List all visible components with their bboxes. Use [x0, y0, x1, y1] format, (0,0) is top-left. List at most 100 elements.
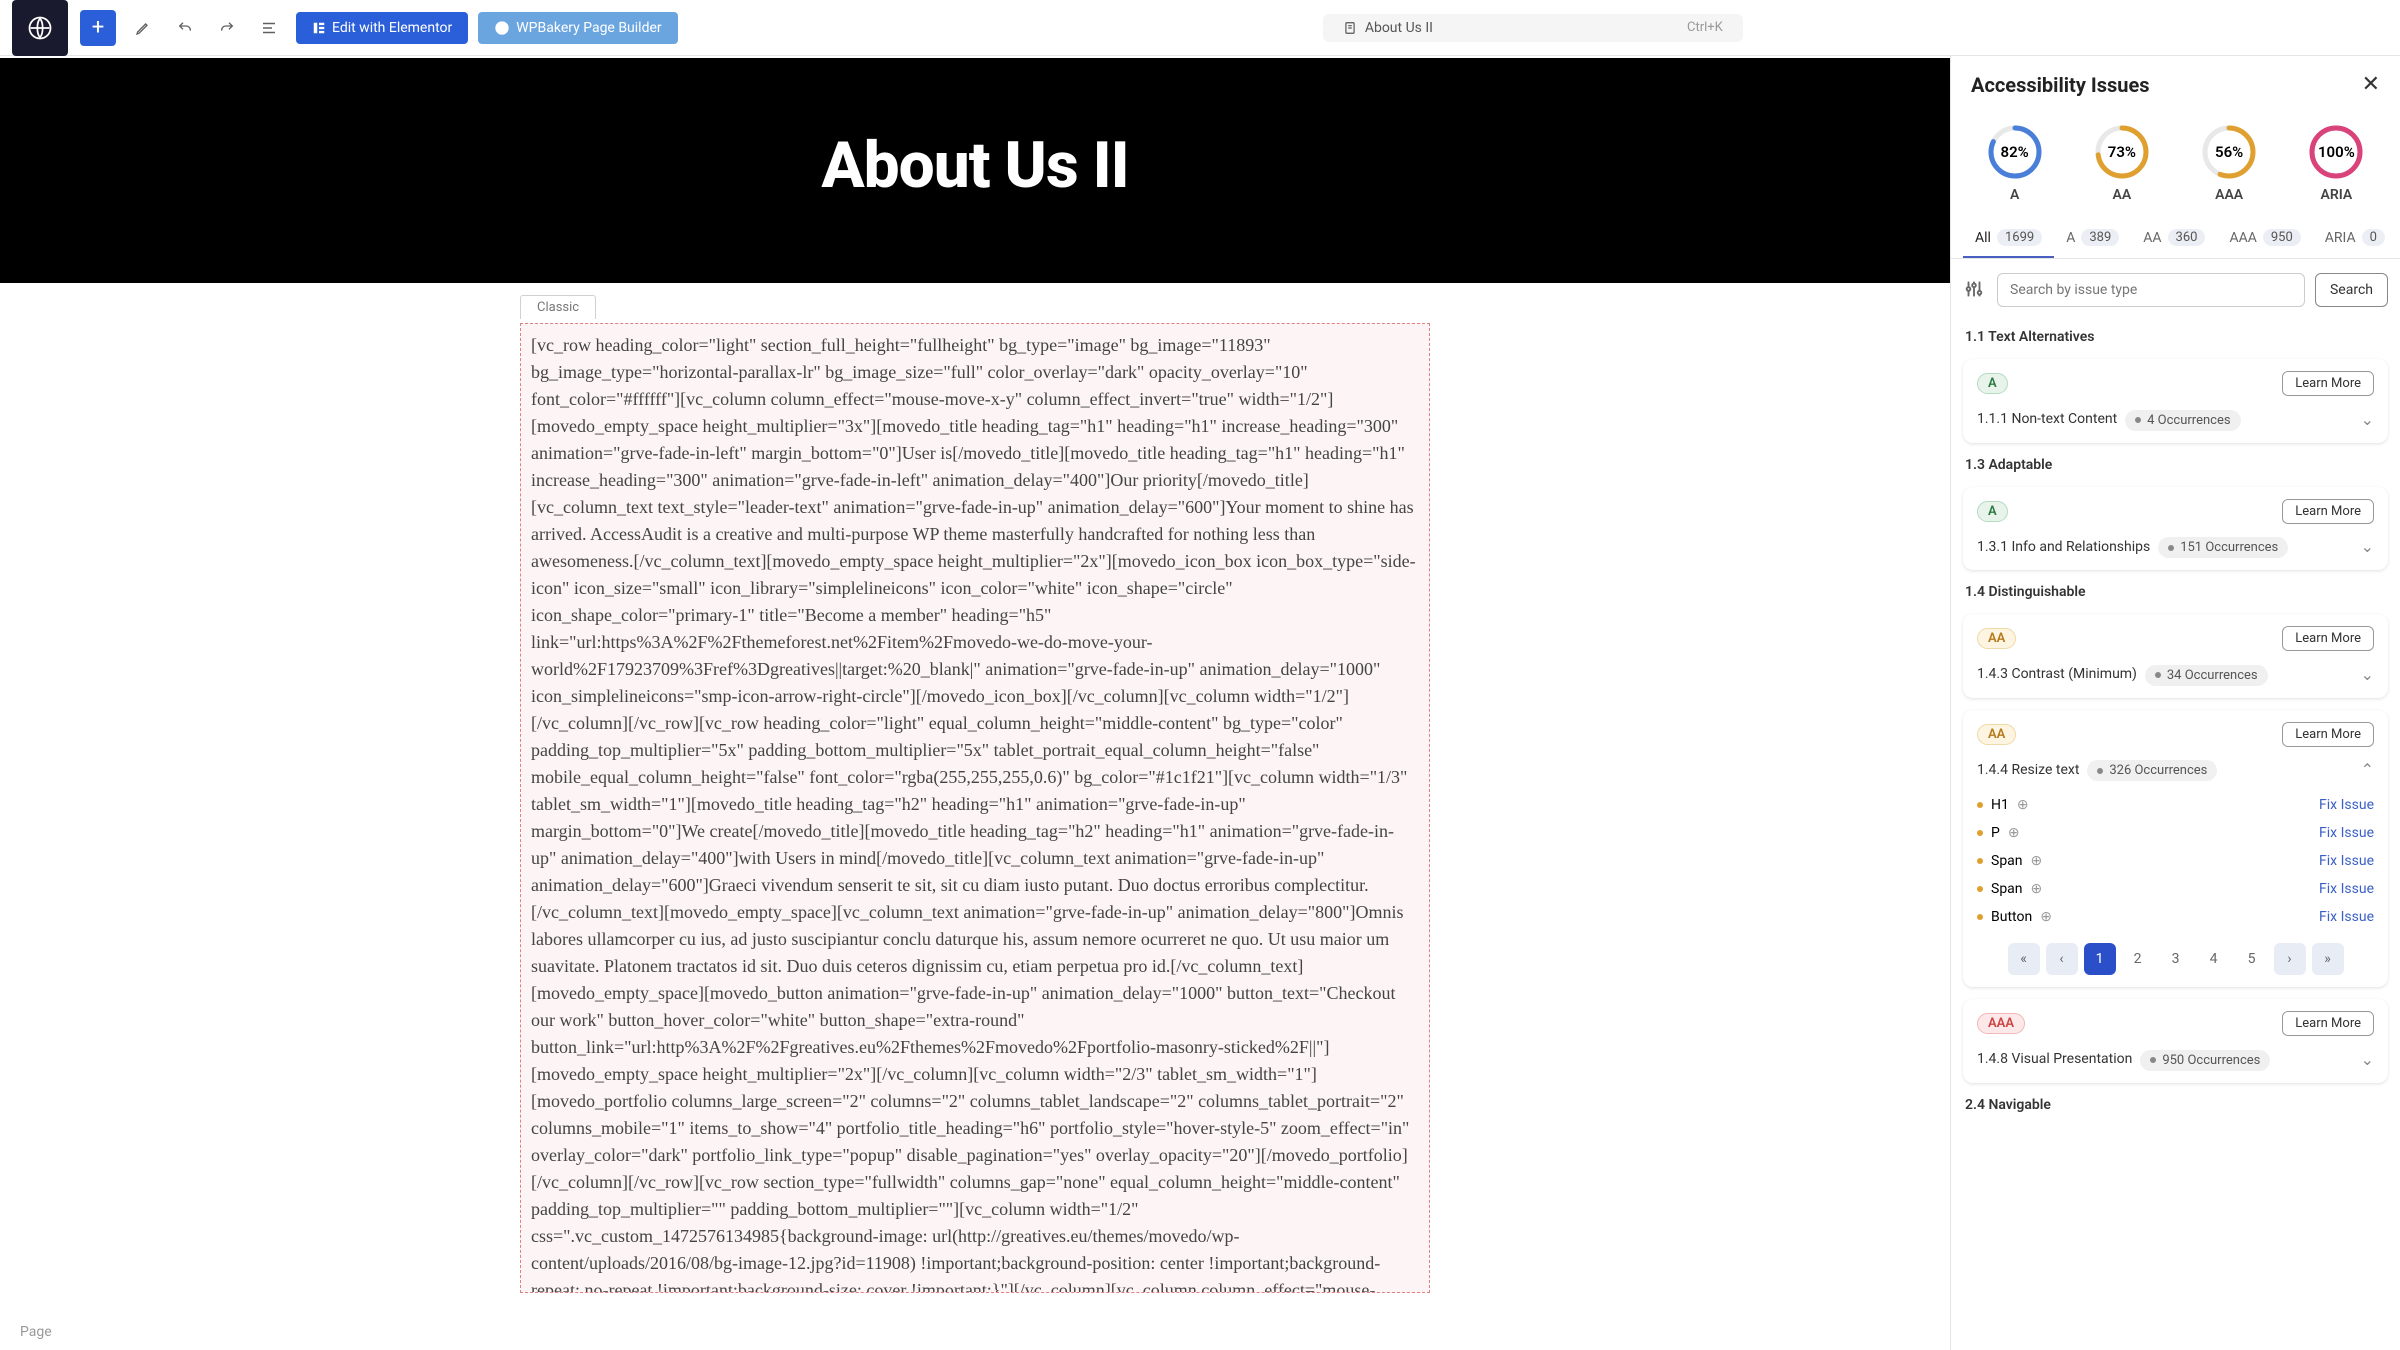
redo-icon[interactable] — [212, 13, 242, 43]
chevron-down-icon[interactable]: ⌄ — [2361, 665, 2374, 684]
page-icon — [1343, 21, 1357, 35]
level-badge: A — [1977, 373, 2008, 394]
wpbakery-button[interactable]: WPBakery Page Builder — [478, 12, 677, 44]
level-badge: A — [1977, 501, 2008, 522]
level-badge: AAA — [1977, 1013, 2025, 1034]
search-button[interactable]: Search — [2315, 273, 2388, 307]
close-icon[interactable]: ✕ — [2362, 72, 2380, 97]
learn-more-button[interactable]: Learn More — [2282, 371, 2374, 396]
issue-card-expanded[interactable]: AA Learn More 1.4.4 Resize text 326 Occur… — [1963, 710, 2388, 988]
learn-more-button[interactable]: Learn More — [2282, 722, 2374, 747]
editor-pane: About Us II Classic [vc_row heading_colo… — [0, 56, 1950, 1350]
chevron-down-icon[interactable]: ⌄ — [2361, 1050, 2374, 1069]
level-badge: AA — [1977, 628, 2016, 649]
element-row: Span ⊕ Fix Issue — [1977, 847, 2374, 875]
element-name: Button — [1991, 909, 2032, 925]
footer-label: Page — [20, 1324, 52, 1340]
page-next-button[interactable]: › — [2274, 943, 2306, 975]
locate-icon[interactable]: ⊕ — [2040, 909, 2052, 925]
learn-more-button[interactable]: Learn More — [2282, 626, 2374, 651]
hero-section: About Us II — [0, 58, 1950, 283]
issue-title: 1.3.1 Info and Relationships — [1977, 539, 2150, 555]
fix-issue-link[interactable]: Fix Issue — [2319, 853, 2374, 869]
sidebar-title: Accessibility Issues — [1971, 73, 2150, 97]
page-title-label: About Us II — [1365, 20, 1433, 36]
page-prev-button[interactable]: ‹ — [2046, 943, 2078, 975]
score-row: 82%A 73%AA 56%AAA 100%ARIA — [1951, 113, 2400, 219]
fix-issue-link[interactable]: Fix Issue — [2319, 909, 2374, 925]
tab-aa[interactable]: AA360 — [2131, 219, 2217, 258]
element-name: Span — [1991, 853, 2023, 869]
add-button[interactable]: + — [80, 10, 116, 46]
page-button[interactable]: 2 — [2122, 943, 2154, 975]
learn-more-button[interactable]: Learn More — [2282, 499, 2374, 524]
page-first-button[interactable]: « — [2008, 943, 2040, 975]
content-textarea[interactable]: [vc_row heading_color="light" section_fu… — [520, 323, 1430, 1293]
page-button[interactable]: 3 — [2160, 943, 2192, 975]
tab-a[interactable]: A389 — [2054, 219, 2131, 258]
occurrence-badge: 34 Occurrences — [2145, 665, 2268, 686]
issue-card[interactable]: AA Learn More 1.4.3 Contrast (Minimum) 34… — [1963, 614, 2388, 698]
tab-aaa[interactable]: AAA950 — [2217, 219, 2312, 258]
element-row: H1 ⊕ Fix Issue — [1977, 791, 2374, 819]
element-name: P — [1991, 825, 2000, 841]
occurrence-badge: 326 Occurrences — [2087, 760, 2217, 781]
wpbakery-label: WPBakery Page Builder — [516, 20, 661, 36]
tab-all[interactable]: All1699 — [1963, 219, 2054, 258]
issue-tabs: All1699A389AA360AAA950ARIA0 — [1951, 219, 2400, 259]
filter-icon[interactable] — [1963, 278, 1987, 302]
element-row: P ⊕ Fix Issue — [1977, 819, 2374, 847]
tab-aria[interactable]: ARIA0 — [2313, 219, 2397, 258]
locate-icon[interactable]: ⊕ — [2031, 881, 2043, 897]
score-item: 100%ARIA — [2307, 123, 2365, 203]
score-item: 82%A — [1986, 123, 2044, 203]
accessibility-sidebar: Accessibility Issues ✕ 82%A 73%AA 56%AAA 10… — [1950, 56, 2400, 1350]
list-icon[interactable] — [254, 13, 284, 43]
edit-elementor-button[interactable]: Edit with Elementor — [296, 12, 468, 44]
element-row: Span ⊕ Fix Issue — [1977, 875, 2374, 903]
page-button[interactable]: 5 — [2236, 943, 2268, 975]
pencil-icon[interactable] — [128, 13, 158, 43]
section-adaptable: 1.3 Adaptable — [1951, 449, 2400, 481]
keyboard-shortcut: Ctrl+K — [1687, 20, 1723, 35]
section-navigable: 2.4 Navigable — [1951, 1089, 2400, 1121]
issue-title: 1.4.8 Visual Presentation — [1977, 1051, 2132, 1067]
occurrence-badge: 4 Occurrences — [2125, 410, 2240, 431]
occurrence-badge: 950 Occurrences — [2140, 1050, 2270, 1071]
occurrence-badge: 151 Occurrences — [2158, 537, 2288, 558]
top-toolbar: + Edit with Elementor WPBakery Page Buil… — [0, 0, 2400, 56]
locate-icon[interactable]: ⊕ — [2031, 853, 2043, 869]
element-name: H1 — [1991, 797, 2009, 813]
undo-icon[interactable] — [170, 13, 200, 43]
classic-tab[interactable]: Classic — [520, 295, 596, 319]
page-selector[interactable]: About Us II Ctrl+K — [1323, 14, 1743, 42]
edit-elementor-label: Edit with Elementor — [332, 20, 452, 36]
page-button[interactable]: 4 — [2198, 943, 2230, 975]
page-last-button[interactable]: » — [2312, 943, 2344, 975]
issue-title: 1.4.4 Resize text — [1977, 762, 2079, 778]
issue-card[interactable]: ALearn More 1.1.1 Non-text Content 4 Occ… — [1963, 359, 2388, 443]
element-row: Button ⊕ Fix Issue — [1977, 903, 2374, 931]
element-name: Span — [1991, 881, 2023, 897]
fix-issue-link[interactable]: Fix Issue — [2319, 881, 2374, 897]
section-text-alternatives: 1.1 Text Alternatives — [1951, 321, 2400, 353]
score-item: 73%AA — [2093, 123, 2151, 203]
score-item: 56%AAA — [2200, 123, 2258, 203]
issue-card[interactable]: AAALearn More 1.4.8 Visual Presentation … — [1963, 999, 2388, 1083]
chevron-down-icon[interactable]: ⌄ — [2361, 410, 2374, 429]
issue-card[interactable]: A Learn More 1.3.1 Info and Relationships… — [1963, 487, 2388, 571]
learn-more-button[interactable]: Learn More — [2282, 1011, 2374, 1036]
locate-icon[interactable]: ⊕ — [2017, 797, 2029, 813]
pagination: « ‹ 1 2 3 4 5 › » — [1977, 943, 2374, 975]
locate-icon[interactable]: ⊕ — [2008, 825, 2020, 841]
level-badge: AA — [1977, 724, 2016, 745]
fix-issue-link[interactable]: Fix Issue — [2319, 825, 2374, 841]
section-distinguishable: 1.4 Distinguishable — [1951, 576, 2400, 608]
chevron-up-icon[interactable]: ⌃ — [2361, 760, 2374, 779]
search-input[interactable] — [1997, 273, 2305, 307]
chevron-down-icon[interactable]: ⌄ — [2361, 537, 2374, 556]
issue-title: 1.4.3 Contrast (Minimum) — [1977, 666, 2137, 682]
fix-issue-link[interactable]: Fix Issue — [2319, 797, 2374, 813]
page-button[interactable]: 1 — [2084, 943, 2116, 975]
app-logo[interactable] — [12, 0, 68, 56]
